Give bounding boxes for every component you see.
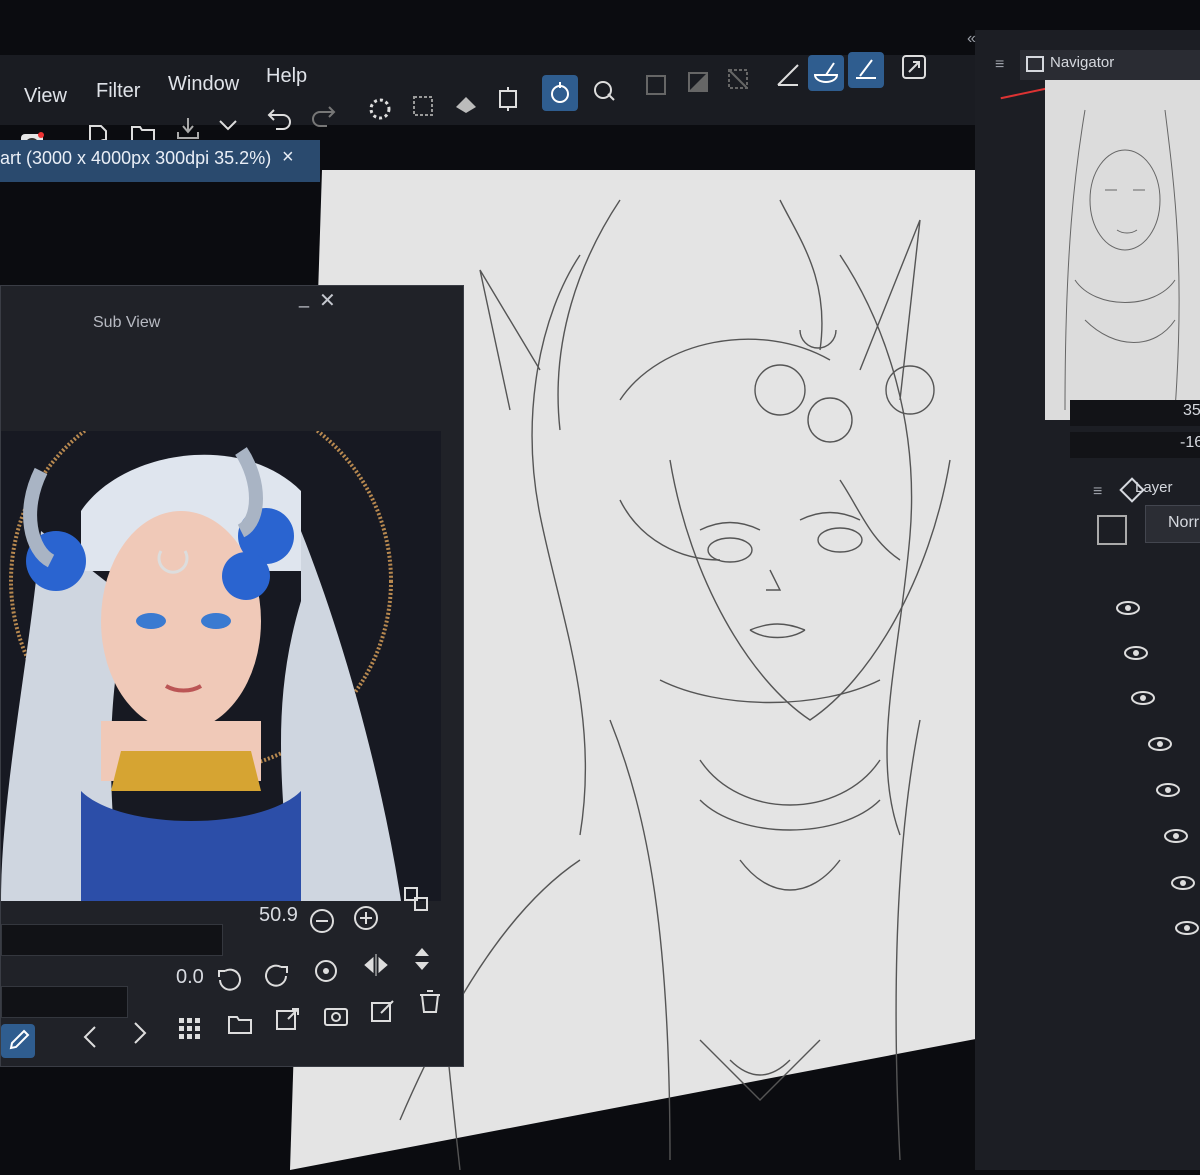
navigator-icon [1026,56,1044,72]
camera-icon[interactable] [319,998,353,1032]
zoom-out-icon[interactable] [305,904,339,938]
sub-view-window: Sub View _ ✕ 50.9 0.0 [0,285,464,1067]
eye-icon[interactable] [1174,920,1200,936]
navigator-zoom-value: 35 [1183,402,1200,419]
fill-icon[interactable] [448,85,484,121]
menu-window[interactable]: Window [168,73,239,96]
navigator-title: Navigator [1050,54,1115,71]
vector-brush-icon[interactable] [808,55,844,91]
eye-icon[interactable] [1130,690,1156,706]
document-tab[interactable]: art (3000 x 4000px 300dpi 35.2%) [0,148,271,169]
layer-title: Layer [1135,479,1173,496]
minimize-icon[interactable]: _ [299,288,309,309]
menu-bar: View Filter Window Help [0,52,980,156]
crop-icon[interactable] [490,81,526,117]
transform-icon[interactable] [586,72,622,108]
undo-icon[interactable] [262,100,298,136]
rotate-right-icon[interactable] [259,958,293,992]
menu-filter[interactable]: Filter [96,80,140,103]
right-panel: « ≡ Navigator 35 -16 ≡ Layer Norr [967,30,1200,1170]
line-tool-icon[interactable] [770,57,806,93]
document-tab-bar: art (3000 x 4000px 300dpi 35.2%) × [0,140,320,182]
zoom-slider[interactable] [1,924,223,956]
navigator-rotation-value: -16 [1180,434,1200,451]
loading-icon[interactable] [362,91,398,127]
rotate-left-icon[interactable] [213,962,247,996]
flip-horizontal-icon[interactable] [359,948,393,982]
eye-icon[interactable] [1115,600,1141,616]
navigator-tab[interactable]: Navigator [1020,50,1200,80]
menu-help[interactable]: Help [266,65,307,88]
deselect-icon[interactable] [638,67,674,103]
edit-icon[interactable] [366,994,400,1028]
menu-view[interactable]: View [24,85,67,108]
reference-image [1,389,441,901]
redo-icon[interactable] [305,97,341,133]
sub-view-controls: 50.9 0.0 [1,887,463,1066]
open-folder-icon[interactable] [223,1006,257,1040]
invert-selection-icon[interactable] [680,64,716,100]
import-image-icon[interactable] [271,1002,305,1036]
navigator-zoom-slider[interactable] [1070,400,1200,426]
close-icon[interactable]: ✕ [319,288,336,313]
rotation-slider[interactable] [1,986,128,1018]
eye-icon[interactable] [1163,828,1189,844]
grid-icon[interactable] [173,1012,207,1046]
eye-icon[interactable] [1123,645,1149,661]
layer-tab[interactable]: Layer [1095,475,1200,503]
blend-mode-select[interactable]: Norr [1145,505,1200,543]
collapse-icon[interactable]: « [967,30,976,48]
zoom-in-icon[interactable] [349,901,383,935]
next-icon[interactable] [123,1016,157,1050]
blend-mode-value: Norr [1168,514,1200,531]
trash-icon[interactable] [413,984,447,1018]
pen-stabilizer-icon[interactable] [848,52,884,88]
eyedropper-icon[interactable] [1,1024,35,1058]
rotation-value: 0.0 [176,966,204,988]
eye-icon[interactable] [1170,875,1196,891]
rotate-canvas-icon[interactable] [542,75,578,111]
layer-color-swatch[interactable] [1097,515,1127,545]
clear-selection-icon[interactable] [720,61,756,97]
eye-icon[interactable] [1147,736,1173,752]
sub-view-title: Sub View [93,314,161,331]
menu-icon[interactable]: ≡ [995,56,1004,74]
reset-rotation-icon[interactable] [309,954,343,988]
navigator-preview[interactable] [1045,80,1200,420]
previous-icon[interactable] [73,1020,107,1054]
eye-icon[interactable] [1155,782,1181,798]
select-all-icon[interactable] [405,88,441,124]
expand-icon[interactable] [896,49,932,85]
chevron-down-icon[interactable] [210,107,246,143]
flip-vertical-icon[interactable] [405,942,439,976]
fit-view-icon[interactable] [399,882,433,916]
zoom-value: 50.9 [259,904,298,926]
